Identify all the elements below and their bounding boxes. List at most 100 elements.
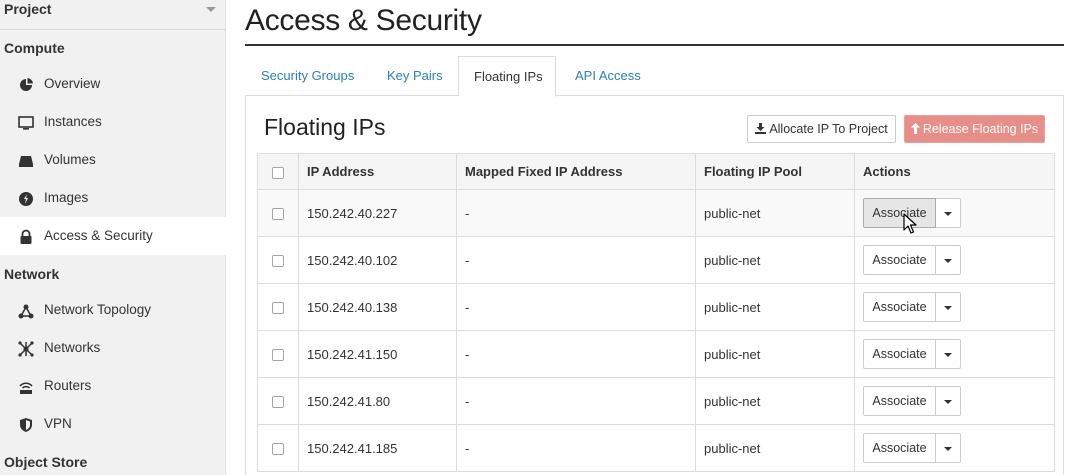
section-compute[interactable]: Compute: [4, 40, 65, 56]
caret-down-icon: [944, 447, 952, 451]
action-button-group: Associate: [863, 292, 961, 322]
sidebar-item-vpn[interactable]: VPN: [0, 405, 226, 443]
ip-address-cell: 150.242.40.138: [298, 283, 457, 331]
sidebar-item-overview[interactable]: Overview: [0, 65, 226, 103]
title-divider: [245, 44, 1064, 46]
ip-address-cell: 150.242.40.227: [298, 189, 457, 237]
row-checkbox[interactable]: [272, 349, 284, 362]
page-title: Access & Security: [245, 4, 482, 37]
col-ip-address[interactable]: IP Address: [298, 153, 457, 190]
row-checkbox[interactable]: [272, 396, 284, 409]
sidebar-item-label: Volumes: [44, 152, 96, 167]
mapped-ip-cell: -: [456, 377, 696, 425]
tab-bar: Security Groups Key Pairs Floating IPs A…: [245, 56, 1064, 97]
sidebar-item-images[interactable]: Images: [0, 179, 226, 217]
mapped-ip-cell: -: [456, 283, 696, 331]
tab-api-access[interactable]: API Access: [575, 56, 641, 96]
row-checkbox[interactable]: [272, 443, 284, 456]
actions-cell: Associate: [854, 236, 1055, 284]
ip-address-cell: 150.242.41.80: [298, 377, 457, 425]
actions-cell: Associate: [854, 189, 1055, 237]
pool-cell: public-net: [695, 377, 855, 425]
section-network[interactable]: Network: [4, 266, 59, 282]
actions-cell: Associate: [854, 377, 1055, 425]
more-actions-toggle[interactable]: [936, 386, 961, 416]
select-all-cell: [257, 153, 299, 190]
lock-icon: [20, 229, 32, 244]
sidebar-item-label: Network Topology: [44, 302, 152, 317]
table-row: 150.242.40.102 - public-net Associate: [257, 236, 1055, 284]
mapped-ip-cell: -: [456, 330, 696, 378]
sidebar-item-networks[interactable]: Networks: [0, 329, 226, 367]
associate-button[interactable]: Associate: [863, 433, 936, 463]
associate-button[interactable]: Associate: [863, 245, 936, 275]
tab-key-pairs[interactable]: Key Pairs: [387, 56, 443, 96]
actions-cell: Associate: [854, 330, 1055, 378]
associate-button[interactable]: Associate: [863, 198, 936, 228]
panel-title: Floating IPs: [264, 114, 386, 140]
arrow-up-icon: [910, 123, 920, 134]
allocate-ip-button[interactable]: Allocate IP To Project: [747, 115, 896, 143]
image-disc-icon: [19, 192, 33, 206]
more-actions-toggle[interactable]: [936, 433, 961, 463]
associate-button[interactable]: Associate: [863, 386, 936, 416]
floating-ips-table: IP Address Mapped Fixed IP Address Float…: [257, 153, 1055, 472]
pool-cell: public-net: [695, 236, 855, 284]
more-actions-toggle[interactable]: [936, 245, 961, 275]
more-actions-toggle[interactable]: [936, 198, 961, 228]
release-floating-ips-button[interactable]: Release Floating IPs: [904, 115, 1045, 143]
row-select-cell: [257, 236, 299, 284]
topology-icon: [18, 304, 34, 319]
monitor-icon: [18, 116, 34, 130]
caret-down-icon: [944, 212, 952, 216]
row-select-cell: [257, 283, 299, 331]
sidebar-item-volumes[interactable]: Volumes: [0, 141, 226, 179]
dashboard-icon: [20, 78, 33, 91]
associate-button[interactable]: Associate: [863, 339, 936, 369]
action-button-group: Associate: [863, 386, 961, 416]
caret-down-icon: [944, 353, 952, 357]
sidebar-item-label: Images: [44, 190, 89, 205]
mapped-ip-cell: -: [456, 189, 696, 237]
row-checkbox[interactable]: [272, 255, 284, 268]
row-checkbox[interactable]: [272, 302, 284, 315]
pool-cell: public-net: [695, 424, 855, 472]
table-row: 150.242.41.80 - public-net Associate: [257, 377, 1055, 425]
sidebar-item-label: Instances: [44, 114, 102, 129]
ip-address-cell: 150.242.41.150: [298, 330, 457, 378]
sidebar-item-network-topology[interactable]: Network Topology: [0, 291, 226, 329]
sidebar-item-label: VPN: [44, 416, 72, 431]
table-row: 150.242.40.227 - public-net Associate: [257, 189, 1055, 237]
sidebar-item-routers[interactable]: Routers: [0, 367, 226, 405]
table-header-row: IP Address Mapped Fixed IP Address Float…: [257, 153, 1055, 190]
associate-button[interactable]: Associate: [863, 292, 936, 322]
select-all-checkbox[interactable]: [272, 166, 284, 179]
pool-cell: public-net: [695, 283, 855, 331]
download-icon: [755, 123, 767, 134]
sidebar: Project Compute Overview Instances Volum…: [0, 0, 226, 475]
more-actions-toggle[interactable]: [936, 339, 961, 369]
sidebar-item-instances[interactable]: Instances: [0, 103, 226, 141]
mapped-ip-cell: -: [456, 236, 696, 284]
col-mapped-fixed-ip[interactable]: Mapped Fixed IP Address: [456, 153, 696, 190]
chevron-down-icon: [206, 7, 216, 12]
tab-security-groups[interactable]: Security Groups: [261, 56, 354, 96]
router-icon: [19, 382, 33, 394]
hdd-icon: [19, 156, 33, 167]
project-selector[interactable]: Project: [0, 0, 226, 30]
row-checkbox[interactable]: [272, 208, 284, 221]
caret-down-icon: [944, 306, 952, 310]
sidebar-item-label: Access & Security: [44, 228, 153, 243]
mapped-ip-cell: -: [456, 424, 696, 472]
row-select-cell: [257, 330, 299, 378]
col-floating-ip-pool[interactable]: Floating IP Pool: [695, 153, 855, 190]
table-row: 150.242.40.138 - public-net Associate: [257, 283, 1055, 331]
more-actions-toggle[interactable]: [936, 292, 961, 322]
row-select-cell: [257, 189, 299, 237]
section-object-store[interactable]: Object Store: [4, 454, 87, 470]
ip-address-cell: 150.242.41.185: [298, 424, 457, 472]
pool-cell: public-net: [695, 189, 855, 237]
allocate-ip-label: Allocate IP To Project: [769, 122, 888, 136]
sidebar-item-access-security[interactable]: Access & Security: [0, 217, 226, 255]
tab-floating-ips[interactable]: Floating IPs: [458, 56, 556, 97]
